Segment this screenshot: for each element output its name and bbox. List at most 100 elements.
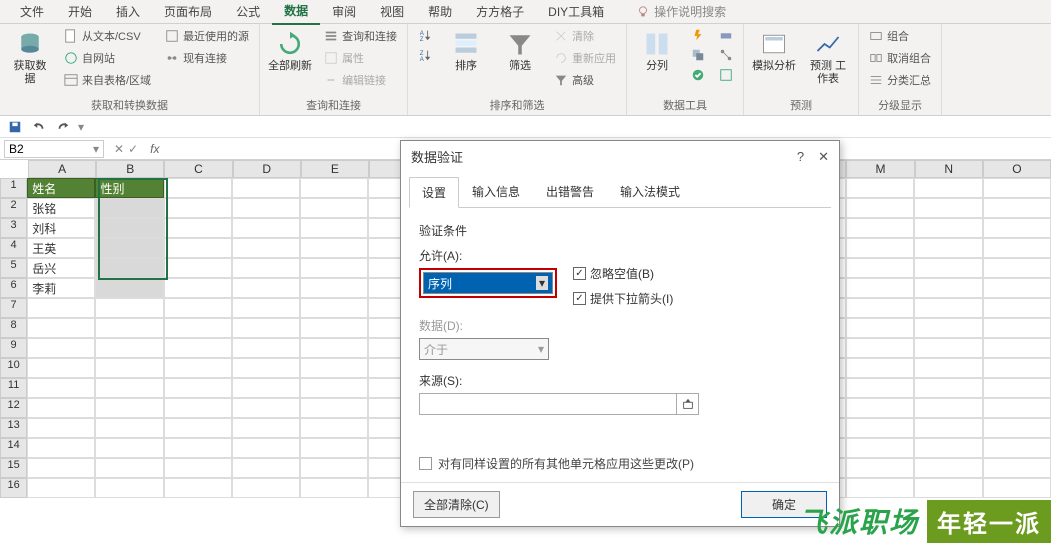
- cell[interactable]: [914, 338, 982, 358]
- cell[interactable]: [983, 238, 1051, 258]
- cell[interactable]: [232, 338, 300, 358]
- cell[interactable]: [846, 418, 914, 438]
- cell[interactable]: [983, 418, 1051, 438]
- cell[interactable]: [846, 338, 914, 358]
- col-header[interactable]: B: [96, 160, 164, 178]
- cell[interactable]: [95, 358, 163, 378]
- cell[interactable]: [95, 218, 163, 238]
- cell[interactable]: [95, 298, 163, 318]
- cell[interactable]: [164, 418, 232, 438]
- col-header[interactable]: A: [28, 160, 96, 178]
- cell[interactable]: [300, 298, 368, 318]
- cell[interactable]: [232, 318, 300, 338]
- group-button[interactable]: 组合: [865, 26, 935, 46]
- cell[interactable]: 姓名: [27, 178, 95, 198]
- tab-ffgz[interactable]: 方方格子: [464, 0, 536, 24]
- text-to-columns-button[interactable]: 分列: [633, 26, 681, 77]
- cell[interactable]: [164, 458, 232, 478]
- cell[interactable]: [27, 398, 95, 418]
- existing-conn-button[interactable]: 现有连接: [161, 48, 253, 68]
- cell[interactable]: [95, 378, 163, 398]
- cell[interactable]: [164, 298, 232, 318]
- col-header[interactable]: D: [233, 160, 301, 178]
- cell[interactable]: [914, 478, 982, 498]
- tab-file[interactable]: 文件: [8, 0, 56, 24]
- row-header[interactable]: 8: [0, 318, 27, 338]
- from-text-csv-button[interactable]: 从文本/CSV: [60, 26, 155, 46]
- cell[interactable]: [914, 178, 982, 198]
- row-header[interactable]: 2: [0, 198, 27, 218]
- cell[interactable]: [300, 478, 368, 498]
- cell[interactable]: [300, 398, 368, 418]
- cell[interactable]: [27, 338, 95, 358]
- dtab-settings[interactable]: 设置: [409, 177, 459, 208]
- flash-fill-button[interactable]: [687, 26, 709, 44]
- tab-home[interactable]: 开始: [56, 0, 104, 24]
- refresh-all-button[interactable]: 全部刷新: [266, 26, 314, 77]
- cell[interactable]: [27, 458, 95, 478]
- cell[interactable]: [95, 438, 163, 458]
- manage-model-button[interactable]: [715, 66, 737, 84]
- cell[interactable]: [164, 338, 232, 358]
- row-header[interactable]: 10: [0, 358, 27, 378]
- cell[interactable]: [164, 358, 232, 378]
- cell[interactable]: [983, 458, 1051, 478]
- cell[interactable]: [983, 478, 1051, 498]
- allow-select[interactable]: 序列 ▾: [423, 272, 553, 294]
- cell[interactable]: [232, 278, 300, 298]
- row-header[interactable]: 9: [0, 338, 27, 358]
- row-header[interactable]: 4: [0, 238, 27, 258]
- dropdown-checkbox[interactable]: ✓提供下拉箭头(I): [573, 290, 673, 307]
- cell[interactable]: [983, 218, 1051, 238]
- dtab-ime[interactable]: 输入法模式: [607, 176, 693, 207]
- row-header[interactable]: 1: [0, 178, 27, 198]
- apply-all-checkbox[interactable]: [419, 457, 432, 470]
- cell[interactable]: [300, 318, 368, 338]
- tab-data[interactable]: 数据: [272, 0, 320, 25]
- cell[interactable]: [232, 178, 300, 198]
- sort-asc-button[interactable]: AZ: [414, 26, 436, 44]
- col-header[interactable]: N: [915, 160, 983, 178]
- row-header[interactable]: 13: [0, 418, 27, 438]
- cell[interactable]: [846, 478, 914, 498]
- cell[interactable]: [300, 178, 368, 198]
- tab-insert[interactable]: 插入: [104, 0, 152, 24]
- cell[interactable]: 岳兴: [27, 258, 95, 278]
- cell[interactable]: [983, 378, 1051, 398]
- name-box-input[interactable]: [9, 142, 69, 156]
- cell[interactable]: [983, 338, 1051, 358]
- cell[interactable]: [983, 318, 1051, 338]
- tab-diy[interactable]: DIY工具箱: [536, 0, 616, 24]
- enter-formula-icon[interactable]: ✓: [128, 142, 138, 156]
- cell[interactable]: [914, 398, 982, 418]
- subtotal-button[interactable]: 分类汇总: [865, 70, 935, 90]
- cell[interactable]: [300, 218, 368, 238]
- cell[interactable]: [164, 278, 232, 298]
- name-box[interactable]: ▾: [4, 140, 104, 158]
- cell[interactable]: [95, 198, 163, 218]
- cell[interactable]: [983, 438, 1051, 458]
- cell[interactable]: [232, 258, 300, 278]
- cell[interactable]: [300, 338, 368, 358]
- sort-desc-button[interactable]: ZA: [414, 46, 436, 64]
- sort-button[interactable]: 排序: [442, 26, 490, 77]
- chevron-down-icon[interactable]: ▾: [93, 142, 99, 156]
- cell[interactable]: [95, 418, 163, 438]
- cell[interactable]: [914, 258, 982, 278]
- cell[interactable]: [846, 258, 914, 278]
- cancel-formula-icon[interactable]: ✕: [114, 142, 124, 156]
- whatif-button[interactable]: 模拟分析: [750, 26, 798, 77]
- cell[interactable]: [164, 238, 232, 258]
- row-header[interactable]: 14: [0, 438, 27, 458]
- cell[interactable]: [95, 278, 163, 298]
- cell[interactable]: [95, 338, 163, 358]
- cell[interactable]: [164, 198, 232, 218]
- col-header[interactable]: M: [846, 160, 914, 178]
- cell[interactable]: [164, 398, 232, 418]
- cell[interactable]: [232, 218, 300, 238]
- cell[interactable]: [27, 438, 95, 458]
- cell[interactable]: 性别: [95, 178, 163, 198]
- cell[interactable]: [914, 378, 982, 398]
- cell[interactable]: [846, 198, 914, 218]
- consolidate-button[interactable]: [715, 26, 737, 44]
